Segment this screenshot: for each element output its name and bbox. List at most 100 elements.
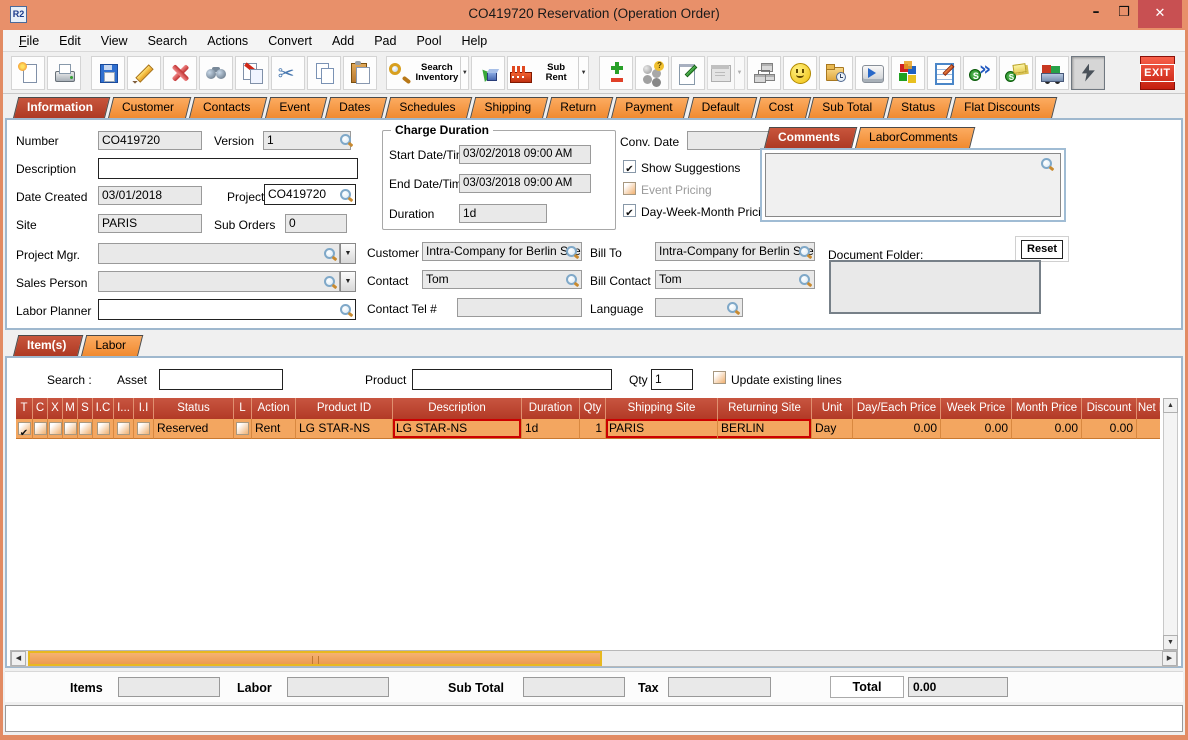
main-tab-payment[interactable]: Payment [611, 97, 684, 118]
column-header-l[interactable]: L [234, 398, 252, 419]
sales-person-dropdown-button[interactable] [340, 271, 356, 292]
new-document-button[interactable] [11, 55, 45, 90]
end-datetime-field[interactable]: 03/03/2018 09:00 AM [459, 174, 591, 193]
minimize-button[interactable]: – [1082, 0, 1110, 28]
asset-input[interactable] [159, 369, 283, 390]
items-table-row[interactable]: ReservedRentLG STAR-NSLG STAR-NS1d1PARIS… [16, 419, 1160, 439]
column-header-discount[interactable]: Discount [1082, 398, 1137, 419]
column-header-returning-site[interactable]: Returning Site [718, 398, 812, 419]
menu-convert[interactable]: Convert [258, 30, 322, 51]
project-mgr-field[interactable] [98, 243, 340, 264]
money-transfer-button[interactable] [962, 55, 997, 90]
cell-m[interactable] [63, 419, 78, 439]
group-circles-button[interactable] [635, 55, 670, 90]
labor-planner-lookup-icon[interactable] [339, 303, 353, 317]
column-header-c[interactable]: C [33, 398, 48, 419]
maximize-button[interactable]: ❒ [1110, 0, 1138, 28]
row-checkbox-i-[interactable] [117, 422, 130, 435]
bill-to-lookup-icon[interactable] [798, 245, 812, 259]
cell-t[interactable] [16, 419, 33, 439]
labor-planner-field[interactable] [98, 299, 356, 320]
menu-file[interactable]: File [9, 30, 49, 51]
cell-unit[interactable]: Day [812, 419, 853, 439]
menu-pool[interactable]: Pool [406, 30, 451, 51]
org-chart-button[interactable] [746, 55, 781, 90]
duration-field[interactable]: 1d [459, 204, 547, 223]
menu-add[interactable]: Add [322, 30, 364, 51]
contact-tel-field[interactable] [457, 298, 582, 317]
folder-clock-button[interactable] [818, 55, 853, 90]
column-header-m[interactable]: M [63, 398, 78, 419]
row-checkbox-i-c[interactable] [96, 422, 110, 435]
cell-c[interactable] [33, 419, 48, 439]
truck-button[interactable] [1034, 55, 1069, 90]
cell-duration[interactable]: 1d [522, 419, 580, 439]
find-binoculars-button[interactable] [198, 55, 233, 90]
delete-button[interactable] [162, 55, 197, 90]
comments-lookup-icon[interactable] [1040, 157, 1054, 171]
menu-search[interactable]: Search [138, 30, 198, 51]
menu-edit[interactable]: Edit [49, 30, 91, 51]
column-header-product-id[interactable]: Product ID [296, 398, 393, 419]
project-mgr-dropdown-button[interactable] [340, 243, 356, 264]
product-input[interactable] [412, 369, 612, 390]
scroll-up-arrow[interactable]: ▲ [1163, 398, 1178, 413]
column-header-net-each[interactable]: Net Each [1137, 398, 1160, 419]
column-header-status[interactable]: Status [154, 398, 234, 419]
cell-net-each[interactable]: 0.00 [1137, 419, 1160, 439]
contact-lookup-icon[interactable] [565, 273, 579, 287]
cell-l[interactable] [234, 419, 252, 439]
calendar-dropdown-arrow-icon[interactable] [734, 56, 744, 89]
date-created-field[interactable]: 03/01/2018 [98, 186, 202, 205]
project-lookup-icon[interactable] [339, 188, 353, 202]
items-tab-item-s-[interactable]: Item(s) [13, 335, 78, 356]
column-header-unit[interactable]: Unit [812, 398, 853, 419]
row-checkbox-c[interactable] [33, 422, 47, 435]
description-field[interactable] [98, 158, 358, 179]
paste-button[interactable] [342, 55, 377, 90]
cell-shipping-site[interactable]: PARIS [606, 419, 718, 439]
site-field[interactable]: PARIS [98, 214, 202, 233]
cut-button[interactable] [270, 55, 305, 90]
main-tab-customer[interactable]: Customer [108, 97, 186, 118]
column-header-day-each-price[interactable]: Day/Each Price [853, 398, 941, 419]
main-tab-flat-discounts[interactable]: Flat Discounts [950, 97, 1052, 118]
bill-to-field[interactable]: Intra-Company for Berlin Site [655, 242, 815, 261]
main-tab-cost[interactable]: Cost [755, 97, 806, 118]
customer-lookup-icon[interactable] [565, 245, 579, 259]
sub-orders-field[interactable]: 0 [285, 214, 347, 233]
menu-actions[interactable]: Actions [197, 30, 258, 51]
column-header-i-[interactable]: I... [114, 398, 134, 419]
scroll-right-arrow[interactable]: ▶ [1162, 651, 1177, 666]
column-header-i-c[interactable]: I.C [93, 398, 114, 419]
exit-button[interactable]: EXIT [1139, 55, 1176, 90]
print-button[interactable] [47, 55, 81, 90]
cell-action[interactable]: Rent [252, 419, 296, 439]
main-tab-contacts[interactable]: Contacts [189, 97, 262, 118]
reset-button[interactable]: Reset [1021, 240, 1063, 259]
column-header-shipping-site[interactable]: Shipping Site [606, 398, 718, 419]
project-field[interactable]: CO419720 [264, 184, 356, 205]
main-tab-default[interactable]: Default [688, 97, 752, 118]
horizontal-scrollbar[interactable]: ◀ ▶ [10, 650, 1178, 667]
sub-rent-button[interactable]: Sub Rent [507, 55, 590, 90]
main-tab-status[interactable]: Status [887, 97, 947, 118]
convert-3d-button[interactable] [471, 55, 506, 90]
lightning-button[interactable] [1070, 55, 1105, 90]
search-inventory-button[interactable]: Search Inventory [386, 55, 470, 90]
row-checkbox-l[interactable] [236, 422, 249, 435]
row-checkbox-x[interactable] [48, 422, 62, 435]
comments-tab-laborcomments[interactable]: LaborComments [855, 127, 970, 148]
cell-month-price[interactable]: 0.00 [1012, 419, 1082, 439]
column-header-qty[interactable]: Qty [580, 398, 606, 419]
main-tab-information[interactable]: Information [13, 97, 105, 118]
column-header-i-i[interactable]: I.I [134, 398, 154, 419]
column-header-month-price[interactable]: Month Price [1012, 398, 1082, 419]
main-tab-return[interactable]: Return [546, 97, 608, 118]
show-suggestions-checkbox[interactable] [623, 160, 636, 173]
cell-i-i[interactable] [134, 419, 154, 439]
vertical-scrollbar[interactable]: ▲ ▼ [1163, 398, 1178, 650]
column-header-description[interactable]: Description [393, 398, 522, 419]
color-cubes-button[interactable] [890, 55, 925, 90]
column-header-x[interactable]: X [48, 398, 63, 419]
